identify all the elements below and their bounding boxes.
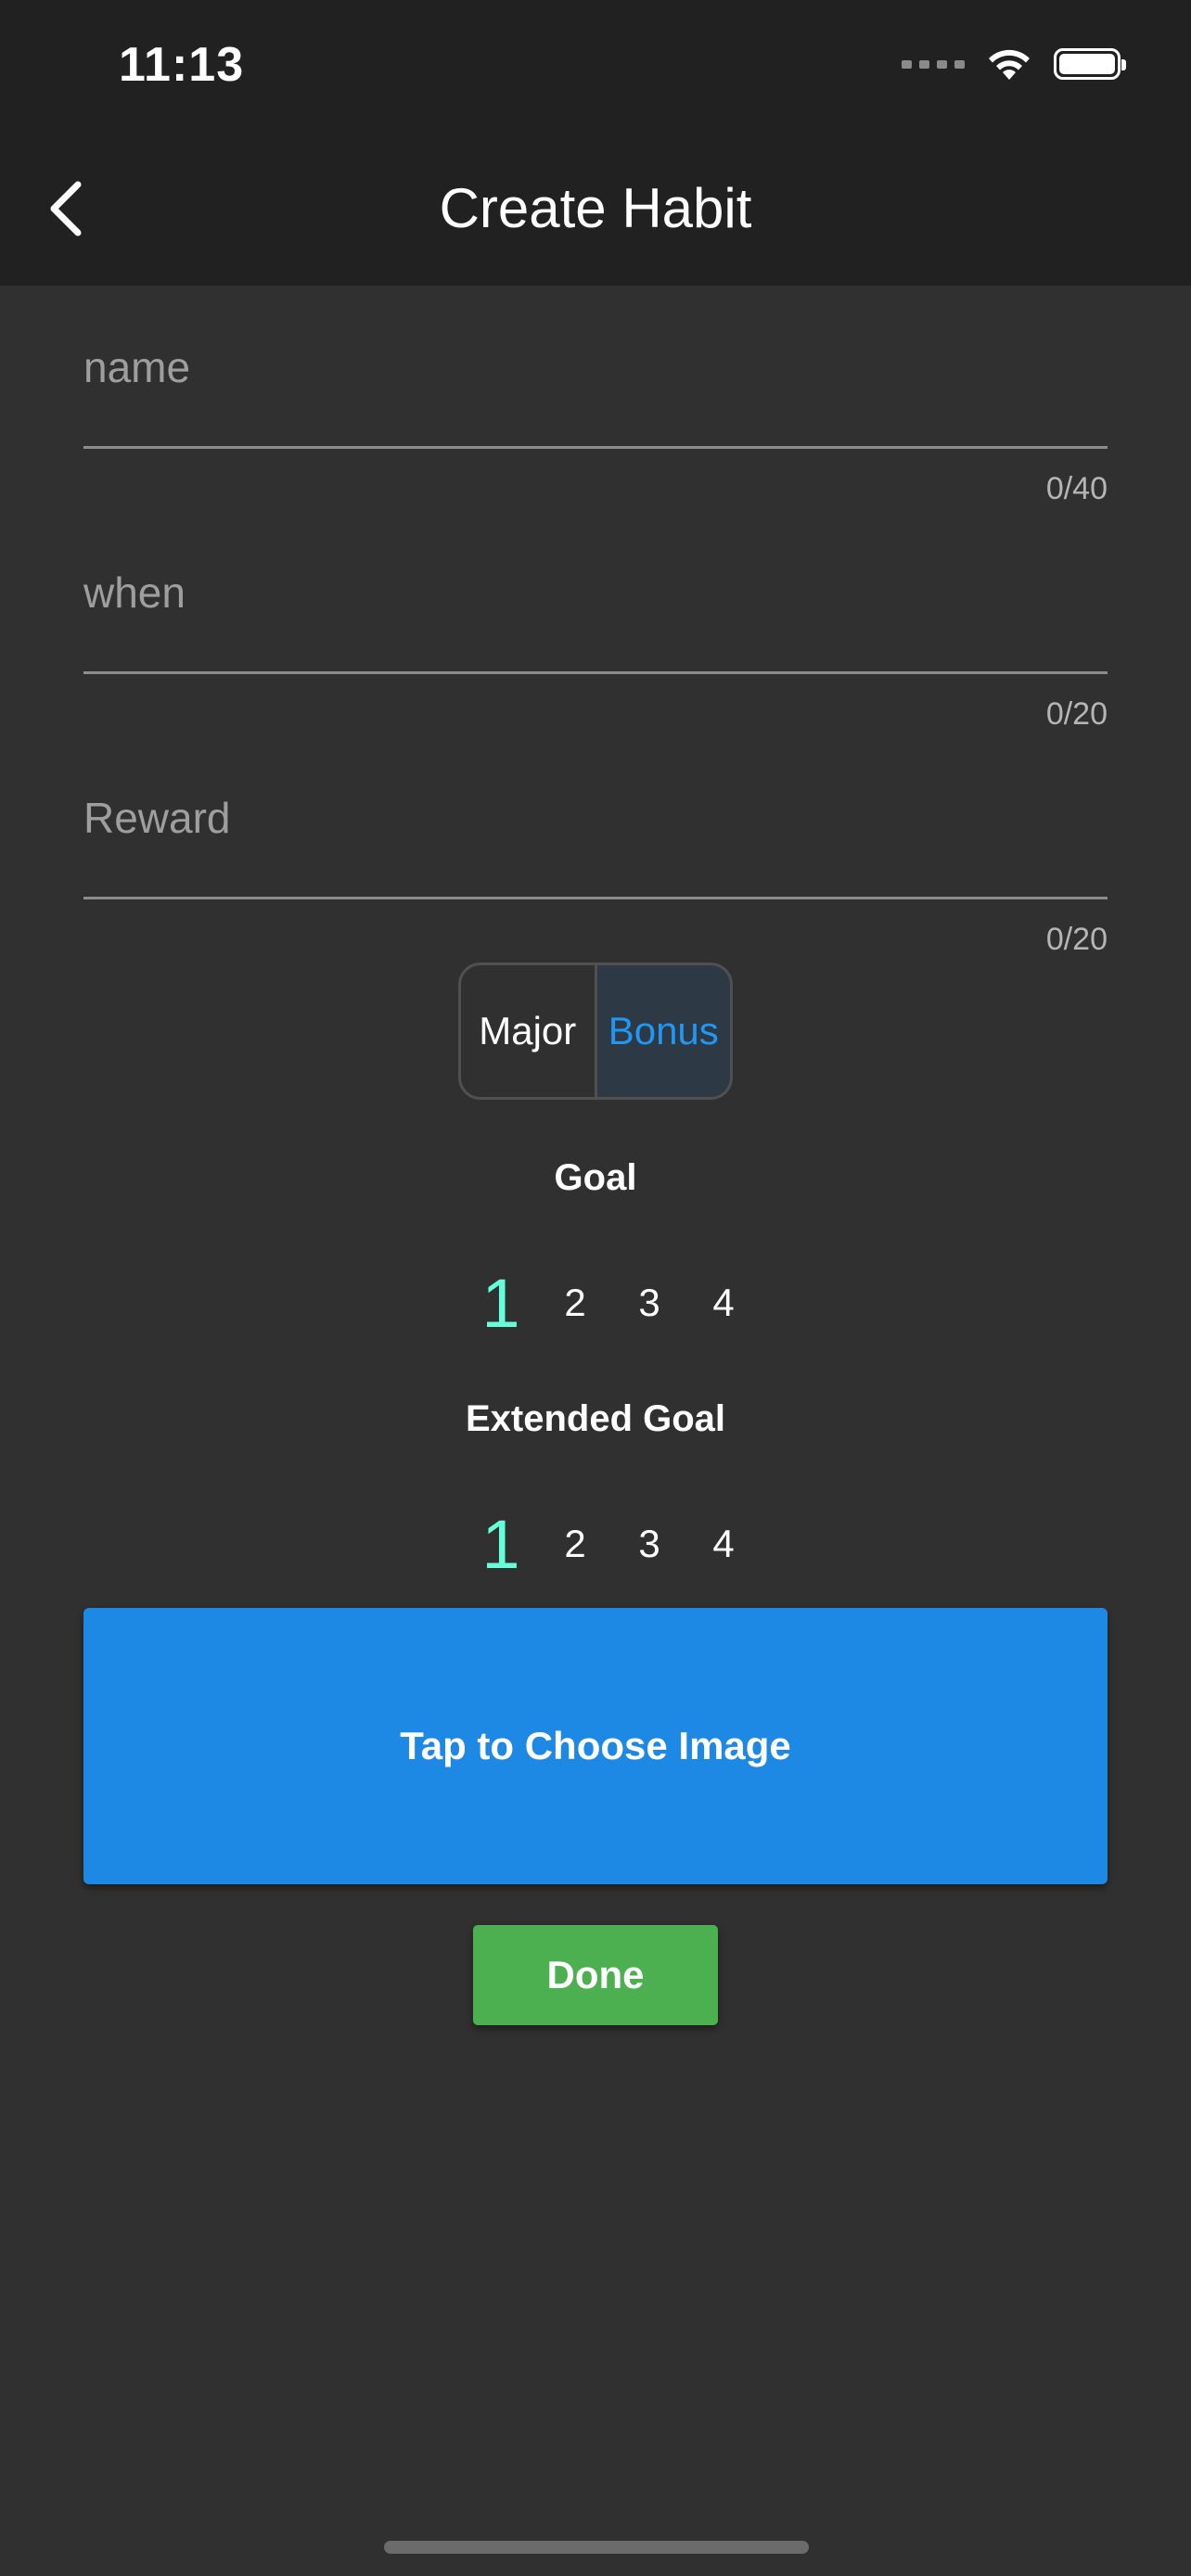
goal-picker: 1 2 3 4 <box>464 1261 761 1345</box>
create-habit-screen: 11:13 Create Habit 0/40 <box>0 0 1191 2576</box>
status-icons <box>902 46 1126 82</box>
reward-counter: 0/20 <box>1045 922 1108 957</box>
extended-goal-option-1[interactable]: 1 <box>464 1505 538 1584</box>
extended-goal-label: Extended Goal <box>465 1398 726 1439</box>
name-input[interactable] <box>83 338 1108 449</box>
goal-option-3[interactable]: 3 <box>612 1281 686 1325</box>
wifi-icon <box>989 49 1030 80</box>
done-button[interactable]: Done <box>473 1925 718 2025</box>
name-counter: 0/40 <box>1045 471 1108 506</box>
goal-option-1[interactable]: 1 <box>464 1264 538 1343</box>
goal-label: Goal <box>554 1157 637 1198</box>
when-input[interactable] <box>83 563 1108 674</box>
goal-option-2[interactable]: 2 <box>538 1281 612 1325</box>
extended-goal-option-3[interactable]: 3 <box>612 1522 686 1566</box>
when-counter: 0/20 <box>1045 696 1108 732</box>
home-indicator <box>384 2541 809 2554</box>
top-bar: 11:13 Create Habit <box>0 0 1191 286</box>
toggle-major[interactable]: Major <box>461 965 597 1097</box>
reward-input[interactable] <box>83 788 1108 899</box>
toggle-bonus[interactable]: Bonus <box>596 965 730 1097</box>
when-field: 0/20 <box>83 563 1108 733</box>
name-field: 0/40 <box>83 338 1108 507</box>
habit-type-toggle: Major Bonus <box>458 963 733 1100</box>
status-time: 11:13 <box>119 38 245 92</box>
reward-field: 0/20 <box>83 788 1108 958</box>
extended-goal-picker: 1 2 3 4 <box>464 1502 761 1586</box>
cellular-signal-icon <box>902 59 965 69</box>
extended-goal-option-2[interactable]: 2 <box>538 1522 612 1566</box>
extended-goal-option-4[interactable]: 4 <box>686 1522 761 1566</box>
battery-icon <box>1054 48 1126 80</box>
choose-image-button[interactable]: Tap to Choose Image <box>83 1608 1108 1884</box>
goal-option-4[interactable]: 4 <box>686 1281 761 1325</box>
page-title: Create Habit <box>439 177 752 239</box>
